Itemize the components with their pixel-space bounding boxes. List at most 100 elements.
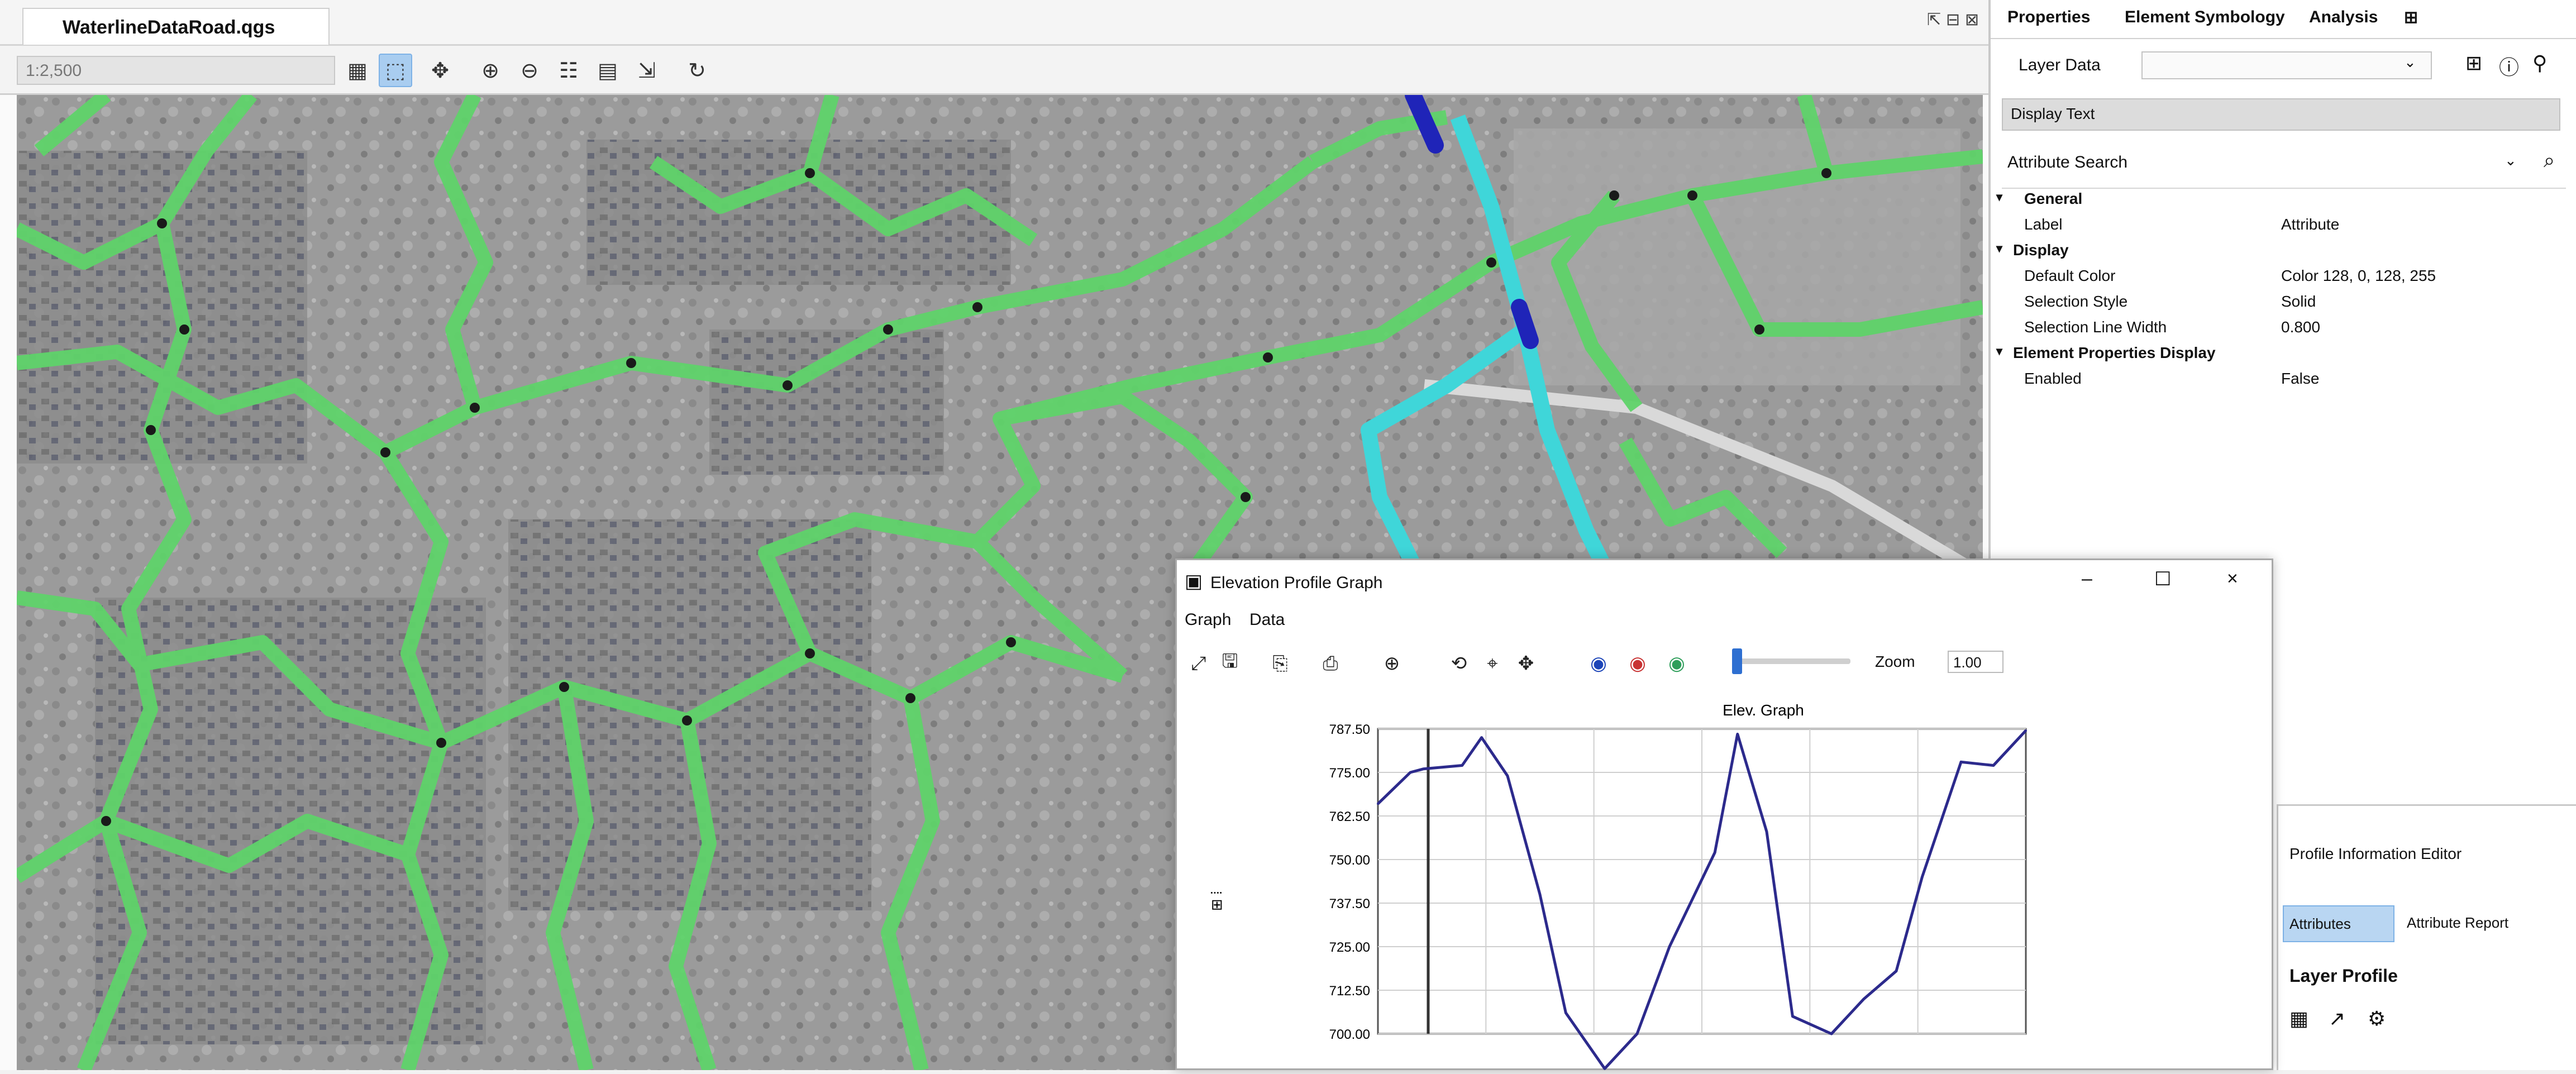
data-point (1506, 775, 1509, 777)
graph-toolbar: ⤢ 🖫 ⎘ ⎙ ⊕ ⟲ ⌖ ✥ ◉ ◉ ◉ Zoom 1.00 (1177, 644, 2272, 683)
restore-icon[interactable]: ⇱ (1927, 10, 1941, 30)
y-tick-label: 775.00 (1329, 766, 1370, 781)
data-point (1409, 771, 1411, 774)
data-point (1791, 1015, 1794, 1018)
red-marker-icon[interactable]: ◉ (1624, 650, 1652, 677)
tab-attribute-report[interactable]: Attribute Report (2407, 914, 2508, 932)
y-tick-label: 762.50 (1329, 809, 1370, 824)
panel-title: Profile Information Editor (2289, 845, 2462, 862)
grid-icon[interactable]: ▦ (2289, 1007, 2308, 1030)
copy-icon[interactable]: ⎘ (1266, 650, 1294, 677)
refresh-icon[interactable]: ↻ (680, 54, 714, 87)
properties-tab-bar: Properties Element Symbology Analysis ⊞ (1991, 0, 2576, 39)
tab-element-symbology[interactable]: Element Symbology (2125, 8, 2285, 27)
search-icon[interactable]: ⌕ (2544, 149, 2555, 173)
document-tab[interactable]: WaterlineDataRoad.qgs (22, 8, 330, 45)
tree-row[interactable]: Label Attribute (2007, 216, 2566, 241)
scale-field[interactable]: 1:2,500 (17, 56, 335, 85)
grid-icon[interactable]: ▦ (341, 54, 374, 87)
data-point (1960, 761, 1962, 763)
y-tick-label: 750.00 (1329, 853, 1370, 868)
crosshair-icon[interactable]: ⌖ (1478, 650, 1506, 677)
data-point (1564, 1011, 1567, 1014)
settings-icon[interactable]: ⚙ (2368, 1007, 2386, 1030)
tree-row[interactable]: ▾ Display (1996, 241, 2566, 267)
save-icon[interactable]: 🖫 (1216, 650, 1244, 677)
layers-icon[interactable]: ☷ (552, 54, 585, 87)
elevation-chart[interactable]: Elev. Graph ⊞ ⁞ 700.00 712.50 725.00 737.50… (1199, 689, 2260, 1074)
search-label: Attribute Search (2007, 153, 2128, 171)
info-icon[interactable]: ⓘ (2499, 51, 2519, 80)
data-point (1992, 764, 1995, 767)
panel-options-icon[interactable]: ⊞ (2404, 8, 2418, 27)
layer-label: Layer Data (2019, 56, 2101, 74)
tree-row[interactable]: ▾ Element Properties Display (1996, 344, 2566, 370)
data-point (1714, 851, 1716, 854)
chevron-down-icon[interactable]: ⌄ (2404, 54, 2416, 71)
pan-tool-icon[interactable]: ✥ (423, 54, 457, 87)
y-tick-label: 725.00 (1329, 940, 1370, 955)
collapse-icon[interactable]: ▾ (1996, 241, 2002, 256)
blue-marker-icon[interactable]: ◉ (1585, 650, 1613, 677)
data-point (1539, 893, 1541, 896)
tree-row[interactable]: Selection Line Width 0.800 (2007, 318, 2566, 344)
close-icon[interactable]: ⊠ (1965, 10, 1979, 30)
tree-row[interactable]: Selection Style Solid (2007, 293, 2566, 318)
y-tick-label: 712.50 (1329, 984, 1370, 999)
menu-data[interactable]: Data (1249, 610, 1285, 629)
select-tool-icon[interactable]: ⬚ (379, 54, 412, 87)
data-point (1668, 946, 1671, 948)
zoom-in-icon[interactable]: ⊕ (474, 54, 507, 87)
layer-select[interactable] (2141, 51, 2432, 79)
data-point (2025, 729, 2027, 732)
tab-properties[interactable]: Properties (2007, 8, 2090, 27)
table-icon[interactable]: ▤ (591, 54, 624, 87)
green-marker-icon[interactable]: ◉ (1663, 650, 1691, 677)
measure-icon[interactable]: ⟲ (1445, 650, 1473, 677)
chart-title: Elev. Graph (1723, 701, 1804, 719)
pan-icon[interactable]: ✥ (1512, 650, 1540, 677)
identify-icon[interactable]: ⊞ (2465, 51, 2482, 75)
tree-row[interactable]: Enabled False (2007, 370, 2566, 395)
zoom-out-icon[interactable]: ⊖ (513, 54, 546, 87)
zoom-in-icon[interactable]: ⊕ (1378, 650, 1406, 677)
data-point (1422, 767, 1425, 770)
data-point (1736, 733, 1739, 736)
data-point (1921, 876, 1924, 879)
menu-graph[interactable]: Graph (1185, 610, 1231, 629)
graph-window-titlebar[interactable]: ▣ Elevation Profile Graph – ☐ × (1177, 560, 2272, 605)
collapse-icon[interactable]: ▾ (1996, 344, 2002, 359)
tree-row[interactable]: Default Color Color 128, 0, 128, 255 (2007, 267, 2566, 293)
minimize-icon[interactable]: ⊟ (1946, 10, 1960, 30)
chevron-down-icon[interactable]: ⌄ (2505, 152, 2517, 169)
zoom-slider-track[interactable] (1733, 658, 1850, 664)
y-tick-label: 787.50 (1329, 722, 1370, 737)
tree-row[interactable]: ▾ General (1996, 190, 2566, 216)
zoom-value-field[interactable]: 1.00 (1948, 651, 2003, 673)
data-point (1604, 1067, 1606, 1070)
divider (2002, 188, 2566, 189)
y-tick-label: 700.00 (1329, 1027, 1370, 1042)
zoom-slider-thumb[interactable] (1732, 648, 1742, 674)
display-text-field[interactable]: Display Text (2002, 98, 2560, 131)
document-tab-bar: WaterlineDataRoad.qgs ⇱ ⊟ ⊠ (0, 0, 1988, 46)
data-point (1895, 970, 1897, 972)
profile-info-panel: Profile Information Editor Attributes At… (2277, 804, 2576, 1070)
window-title: Elevation Profile Graph (1210, 574, 1383, 592)
close-icon[interactable]: × (2227, 568, 2238, 590)
filter-icon[interactable]: ⚲ (2532, 51, 2547, 75)
maximize-icon[interactable]: ☐ (2154, 568, 2171, 590)
minimize-icon[interactable]: – (2082, 568, 2092, 590)
data-point (1636, 1033, 1638, 1035)
fit-icon[interactable]: ⤢ (1185, 650, 1213, 677)
data-point (1830, 1033, 1833, 1035)
y-tick-label: 737.50 (1329, 896, 1370, 911)
data-point (1377, 803, 1379, 805)
data-point (1480, 736, 1483, 739)
export-icon[interactable]: ⇲ (630, 54, 664, 87)
chart-icon[interactable]: ↗ (2329, 1007, 2345, 1030)
print-icon[interactable]: ⎙ (1316, 650, 1344, 677)
tab-attributes[interactable]: Attributes (2283, 905, 2394, 942)
collapse-icon[interactable]: ▾ (1996, 190, 2002, 204)
tab-analysis[interactable]: Analysis (2309, 8, 2378, 27)
